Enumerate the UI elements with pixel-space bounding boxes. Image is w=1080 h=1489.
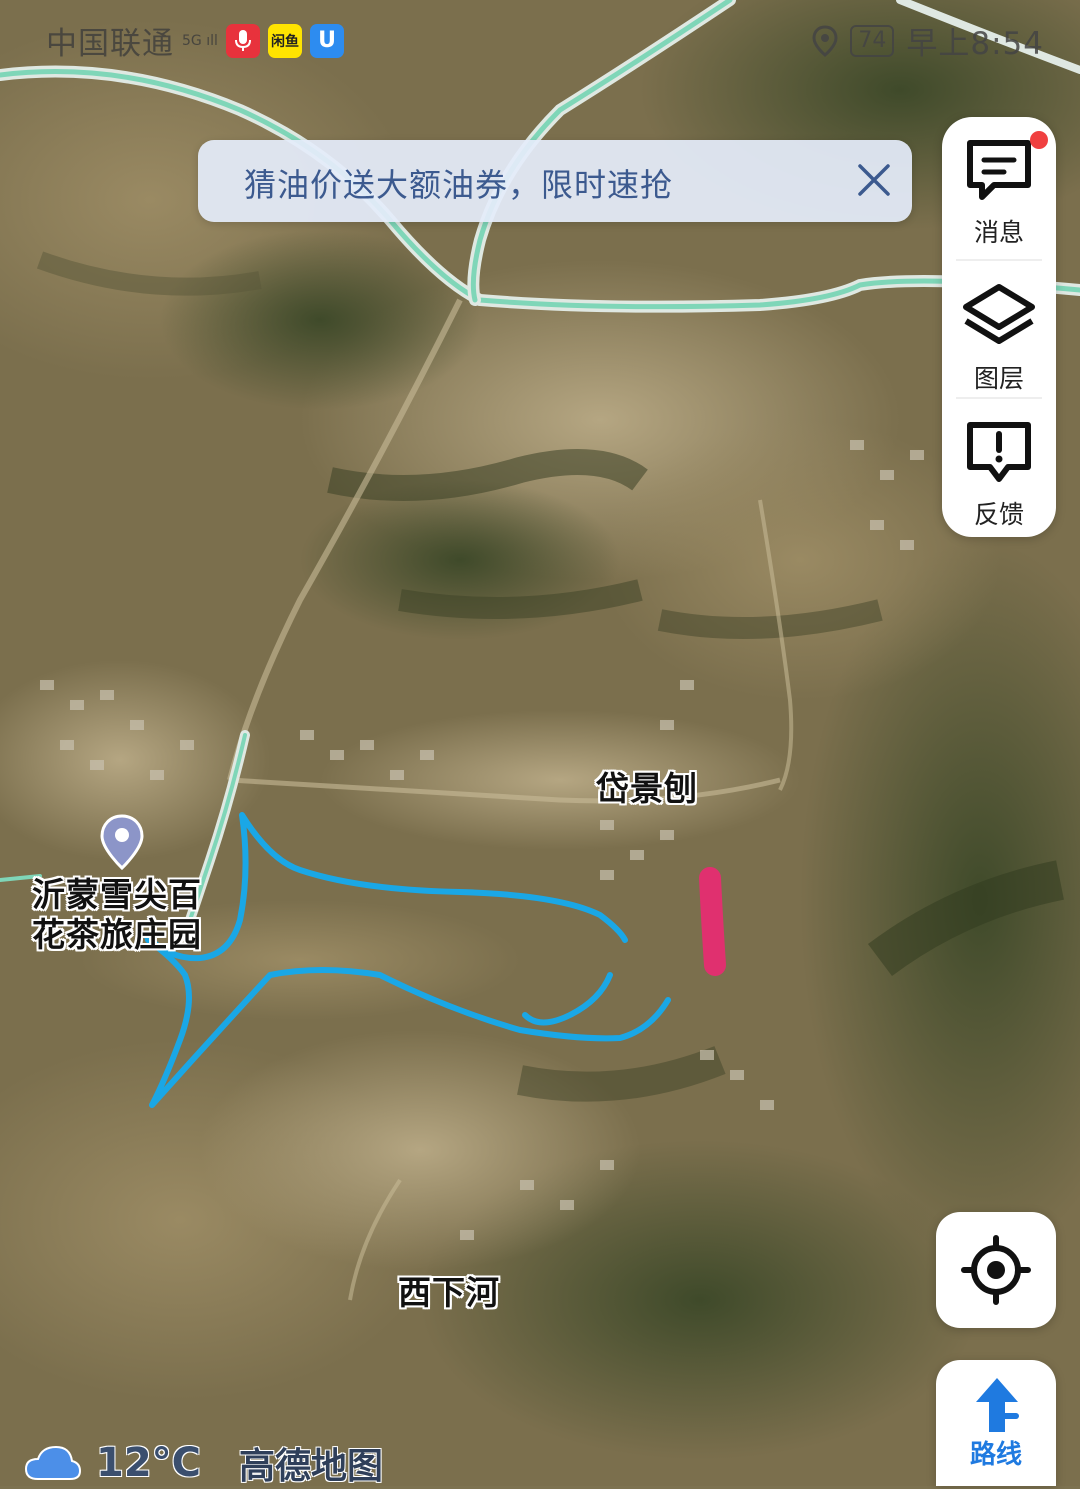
promo-banner-text[interactable]: 猜油价送大额油券，限时速抢 bbox=[244, 160, 673, 206]
messages-button[interactable]: 消息 bbox=[942, 117, 1056, 253]
status-bar: 中国联通 5G ıll 闲鱼 U 74 早上8:54 bbox=[0, 0, 1080, 80]
xianyu-app-icon: 闲鱼 bbox=[268, 23, 302, 58]
feedback-label: 反馈 bbox=[973, 500, 1024, 529]
route-button[interactable]: 路线 bbox=[936, 1360, 1056, 1486]
cloud-icon bbox=[24, 1445, 82, 1480]
microphone-app-icon bbox=[226, 23, 260, 58]
close-icon[interactable] bbox=[852, 158, 896, 202]
route-label: 路线 bbox=[969, 1440, 1022, 1470]
promo-banner[interactable]: 猜油价送大额油券，限时速抢 bbox=[198, 140, 912, 222]
notification-badge bbox=[1030, 131, 1048, 149]
feedback-icon bbox=[967, 422, 1031, 482]
u-app-icon: U bbox=[310, 23, 344, 58]
poi-pin-icon[interactable] bbox=[100, 814, 144, 870]
feedback-button[interactable]: 反馈 bbox=[942, 399, 1056, 535]
location-status-icon bbox=[812, 24, 838, 57]
satellite-map[interactable] bbox=[0, 0, 1080, 1486]
temperature[interactable]: 12°C bbox=[96, 1440, 201, 1486]
amap-logo: 高德地图 bbox=[239, 1446, 384, 1487]
map-tools-panel: 消息 图层 反馈 bbox=[942, 117, 1056, 537]
layers-button[interactable]: 图层 bbox=[942, 263, 1056, 399]
message-icon bbox=[967, 140, 1031, 200]
battery-indicator: 74 bbox=[850, 24, 895, 57]
map-label-village-south[interactable]: 西下河 bbox=[398, 1266, 500, 1314]
poi-label-line2[interactable]: 花茶旅庄园 bbox=[32, 908, 202, 956]
messages-label: 消息 bbox=[973, 218, 1024, 247]
locate-icon bbox=[961, 1235, 1031, 1305]
route-arrow-icon bbox=[976, 1378, 1019, 1432]
locate-button[interactable] bbox=[936, 1212, 1056, 1328]
signal-icon: 5G ıll bbox=[182, 32, 218, 49]
map-label-village[interactable]: 岱景刨 bbox=[596, 762, 698, 810]
layers-label: 图层 bbox=[973, 364, 1024, 393]
bottom-info-bar: 12°C 高德地图 bbox=[24, 1440, 384, 1487]
layers-icon bbox=[963, 284, 1035, 344]
clock: 早上8:54 bbox=[906, 26, 1044, 62]
carrier-name: 中国联通 bbox=[46, 26, 174, 62]
